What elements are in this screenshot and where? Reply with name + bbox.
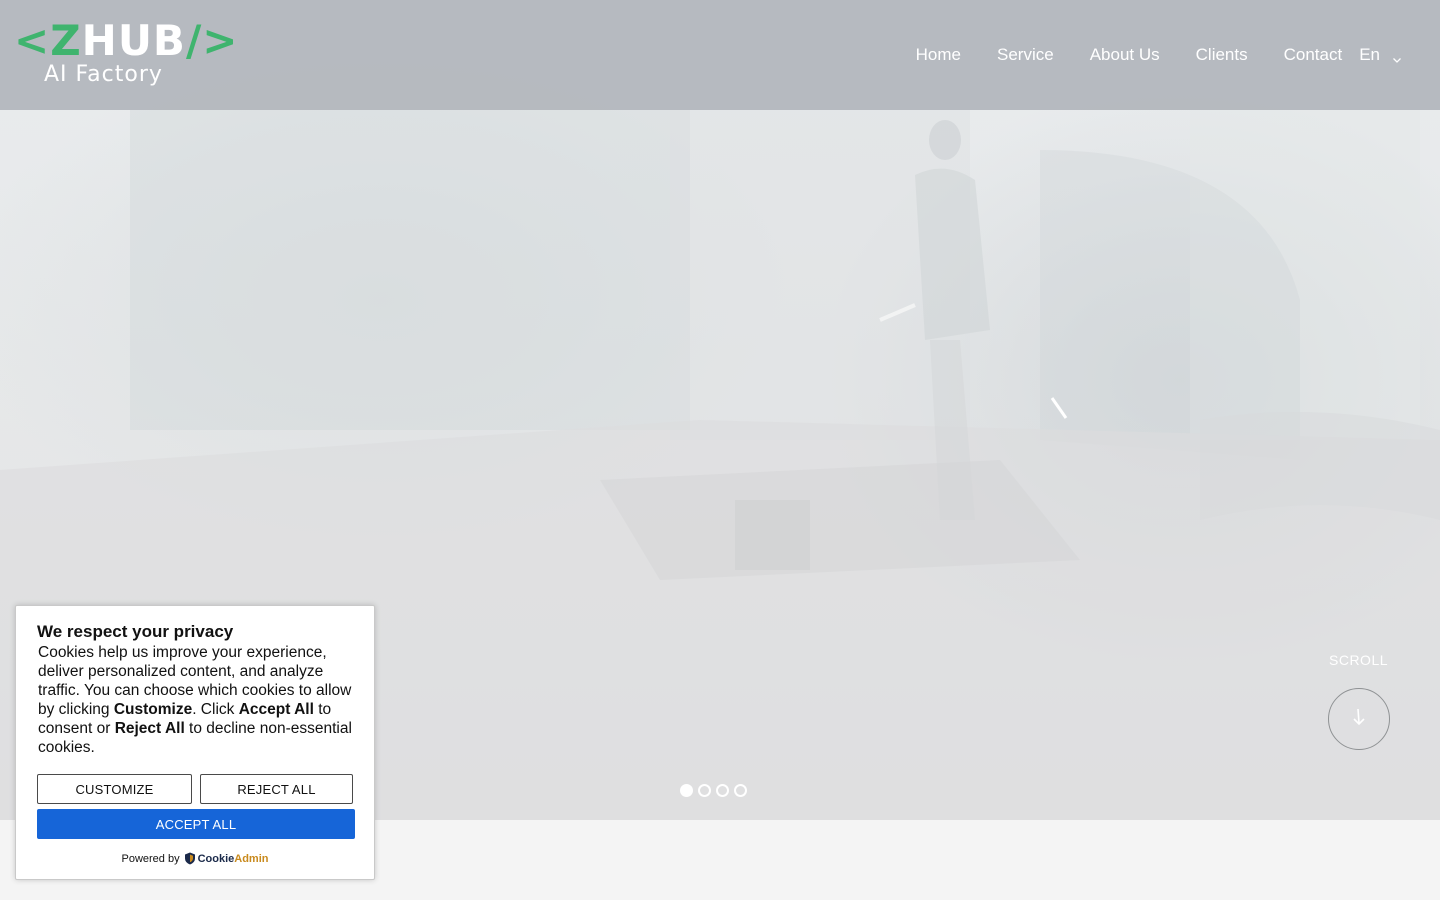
nav-about-us[interactable]: About Us — [1090, 45, 1160, 65]
logo-wordmark: <ZHUB/> — [14, 18, 238, 64]
cookie-button-row: CUSTOMIZE REJECT ALL — [37, 774, 353, 804]
main-nav: Home Service About Us Clients Contact En — [880, 0, 1402, 110]
scroll-label: SCROLL — [1329, 652, 1389, 668]
powered-by: Powered by Cookie Admin — [37, 852, 353, 865]
logo-z: Z — [50, 16, 82, 65]
shield-icon — [184, 852, 195, 865]
accept-all-button[interactable]: ACCEPT ALL — [37, 809, 355, 839]
zhub-logo[interactable]: <ZHUB/> AI Factory — [14, 18, 237, 92]
site-header: <ZHUB/> AI Factory Home Service About Us… — [0, 0, 1440, 110]
cookieadmin-logo[interactable]: Cookie Admin — [184, 852, 269, 865]
reject-all-button[interactable]: REJECT ALL — [200, 774, 353, 804]
cookie-description: Cookies help us improve your experience,… — [38, 643, 353, 757]
nav-clients[interactable]: Clients — [1196, 45, 1248, 65]
logo-hub: HUB — [81, 16, 186, 65]
nav-contact[interactable]: Contact — [1284, 45, 1343, 65]
customize-button[interactable]: CUSTOMIZE — [37, 774, 192, 804]
slide-dot-1[interactable] — [680, 784, 693, 797]
cookie-text-customize: Customize — [113, 701, 193, 718]
slider-pagination — [680, 784, 752, 797]
nav-service[interactable]: Service — [997, 45, 1054, 65]
slide-dot-3[interactable] — [716, 784, 729, 797]
logo-subtitle: AI Factory — [44, 62, 163, 87]
slide-dot-4[interactable] — [734, 784, 747, 797]
slide-dot-2[interactable] — [698, 784, 711, 797]
language-selector[interactable]: En — [1359, 45, 1402, 65]
cookie-text-reject: Reject All — [114, 720, 185, 737]
logo-bracket-close: /> — [185, 16, 239, 65]
cookieadmin-brand-part2: Admin — [234, 852, 269, 865]
cookie-title: We respect your privacy — [37, 622, 234, 641]
cookie-text-part: . Click — [192, 701, 239, 718]
cookie-consent-banner: We respect your privacy Cookies help us … — [15, 605, 375, 880]
arrow-down-icon — [1351, 707, 1367, 732]
chevron-down-icon — [1392, 50, 1402, 63]
nav-home[interactable]: Home — [916, 45, 961, 65]
scroll-down-button[interactable] — [1328, 688, 1390, 750]
cookie-text-accept: Accept All — [238, 701, 314, 718]
cookieadmin-brand-part1: Cookie — [197, 852, 235, 865]
language-label: En — [1359, 45, 1380, 64]
powered-by-label: Powered by — [121, 852, 180, 865]
logo-bracket-open: < — [14, 16, 51, 65]
